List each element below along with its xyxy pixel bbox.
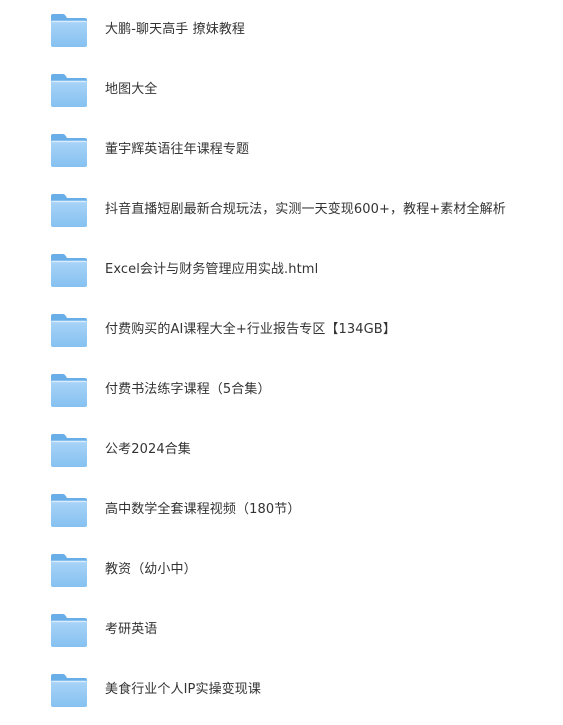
folder-icon [50, 192, 88, 228]
folder-icon [50, 372, 88, 408]
folder-icon [50, 312, 88, 348]
folder-name: Excel会计与财务管理应用实战.html [105, 262, 319, 277]
folder-icon [50, 552, 88, 588]
folder-item[interactable]: 付费书法练字课程（5合集） [0, 360, 563, 420]
folder-icon [50, 12, 88, 48]
folder-item[interactable]: 抖音直播短剧最新合规玩法，实测一天变现600+，教程+素材全解析 [0, 180, 563, 240]
folder-item[interactable]: 高中数学全套课程视频（180节） [0, 480, 563, 540]
folder-name: 大鹏-聊天高手 撩妹教程 [105, 22, 246, 37]
folder-item[interactable]: 考研英语 [0, 600, 563, 660]
folder-name: 美食行业个人IP实操变现课 [105, 682, 261, 697]
folder-icon [50, 612, 88, 648]
folder-name: 付费书法练字课程（5合集） [105, 382, 271, 397]
folder-item[interactable]: 公考2024合集 [0, 420, 563, 480]
folder-icon [50, 132, 88, 168]
folder-item[interactable]: 地图大全 [0, 60, 563, 120]
folder-name: 董宇辉英语往年课程专题 [105, 142, 250, 157]
folder-icon [50, 672, 88, 708]
folder-name: 地图大全 [105, 82, 158, 97]
file-list: 大鹏-聊天高手 撩妹教程 地图大全 董宇辉英语往年课程专题 抖音直播短剧最新合规… [0, 0, 563, 725]
folder-name: 考研英语 [105, 622, 158, 637]
folder-name: 教资（幼小中） [105, 562, 197, 577]
folder-name: 抖音直播短剧最新合规玩法，实测一天变现600+，教程+素材全解析 [105, 202, 506, 217]
folder-name: 公考2024合集 [105, 442, 191, 457]
folder-icon [50, 492, 88, 528]
folder-item[interactable]: 大鹏-聊天高手 撩妹教程 [0, 0, 563, 60]
folder-name: 付费购买的AI课程大全+行业报告专区【134GB】 [105, 322, 396, 337]
folder-icon [50, 432, 88, 468]
folder-item[interactable]: 付费购买的AI课程大全+行业报告专区【134GB】 [0, 300, 563, 360]
folder-item[interactable]: 美食行业个人IP实操变现课 [0, 660, 563, 720]
folder-icon [50, 72, 88, 108]
folder-name: 高中数学全套课程视频（180节） [105, 502, 301, 517]
folder-icon [50, 252, 88, 288]
folder-item[interactable]: Excel会计与财务管理应用实战.html [0, 240, 563, 300]
folder-item[interactable]: 教资（幼小中） [0, 540, 563, 600]
folder-item[interactable]: 董宇辉英语往年课程专题 [0, 120, 563, 180]
